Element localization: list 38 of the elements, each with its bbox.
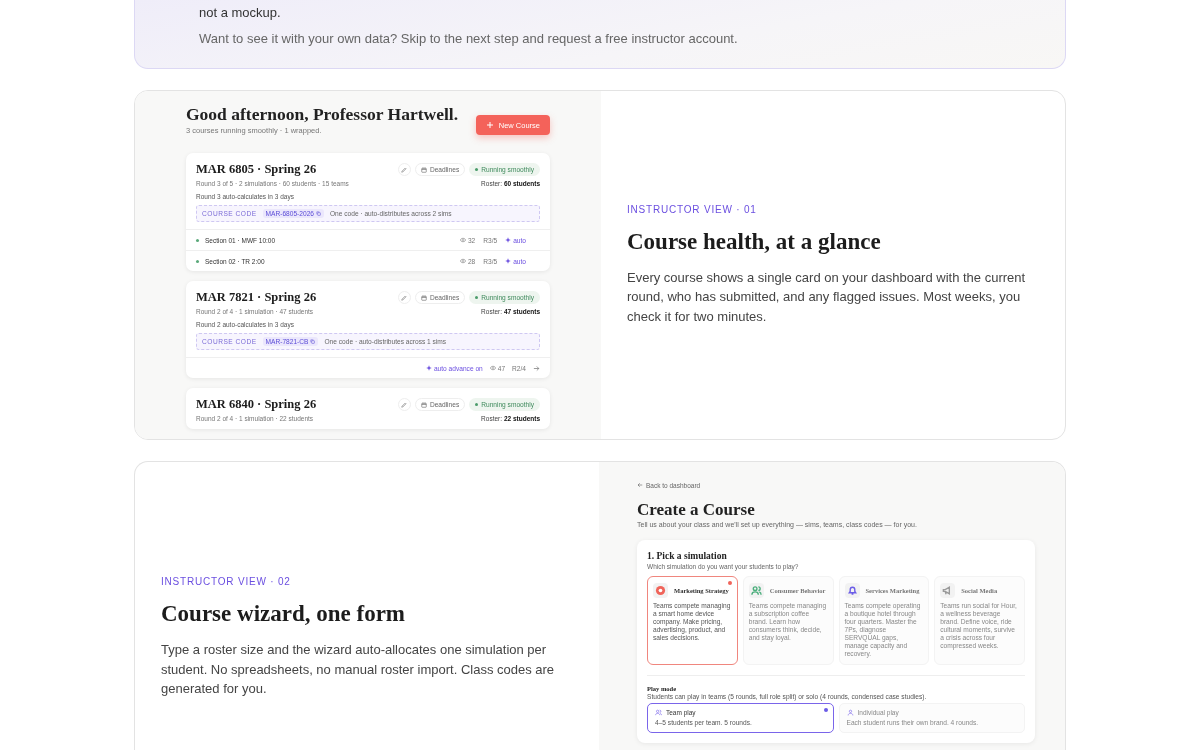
pencil-icon: [401, 401, 408, 408]
sparkle-icon: [425, 365, 432, 371]
course-title: MAR 6805 · Spring 26: [196, 162, 317, 177]
calendar-icon: [420, 401, 427, 408]
selected-dot: [727, 581, 732, 585]
edit-button[interactable]: [397, 291, 411, 304]
back-arrow-icon: [637, 482, 643, 488]
copy-icon: [316, 211, 321, 216]
section-title: Course health, at a glance: [627, 228, 882, 255]
plus-icon: [485, 121, 494, 129]
copy-icon: [310, 339, 316, 344]
intro-text: Want to see it with your own data? Skip to the next step and request a free instructor account.: [199, 30, 739, 48]
person-icon: [846, 709, 854, 716]
calendar-icon: [420, 166, 427, 173]
sparkle-icon: [505, 258, 512, 264]
section-description: Every course shows a single card on your dashboard with the current round, who has submitted, and any flagged issues. Most weeks, you check it for two minutes.: [627, 268, 1027, 326]
eyebrow-label: INSTRUCTOR VIEW · 02: [161, 576, 292, 587]
course-title: MAR 6840 · Spring 26: [196, 397, 317, 412]
eye-icon: [489, 365, 496, 371]
step-title: 1. Pick a simulation: [647, 551, 728, 561]
intro-text: not a mockup.: [199, 4, 282, 22]
sparkle-icon: [505, 237, 512, 243]
edit-button[interactable]: [397, 163, 411, 176]
section-title: Course wizard, one form: [161, 601, 406, 627]
section-description: Type a roster size and the wizard auto-allocates one simulation per student. No spreadsheets, no manual roster import. Class codes are generated for you.: [161, 641, 556, 698]
page-title: Create a Course: [637, 500, 756, 520]
course-title: MAR 7821 · Spring 26: [196, 290, 317, 305]
eye-icon: [459, 237, 466, 243]
people-icon: [655, 709, 662, 716]
greeting-heading: Good afternoon, Professor Hartwell.: [186, 103, 459, 125]
eyebrow-label: INSTRUCTOR VIEW · 01: [627, 203, 758, 215]
pencil-icon: [401, 294, 408, 301]
pencil-icon: [401, 166, 408, 173]
arrow-right-icon: [533, 364, 540, 372]
eye-icon: [459, 258, 466, 264]
selected-dot: [823, 708, 828, 712]
calendar-icon: [420, 294, 427, 301]
edit-button[interactable]: [397, 398, 411, 411]
